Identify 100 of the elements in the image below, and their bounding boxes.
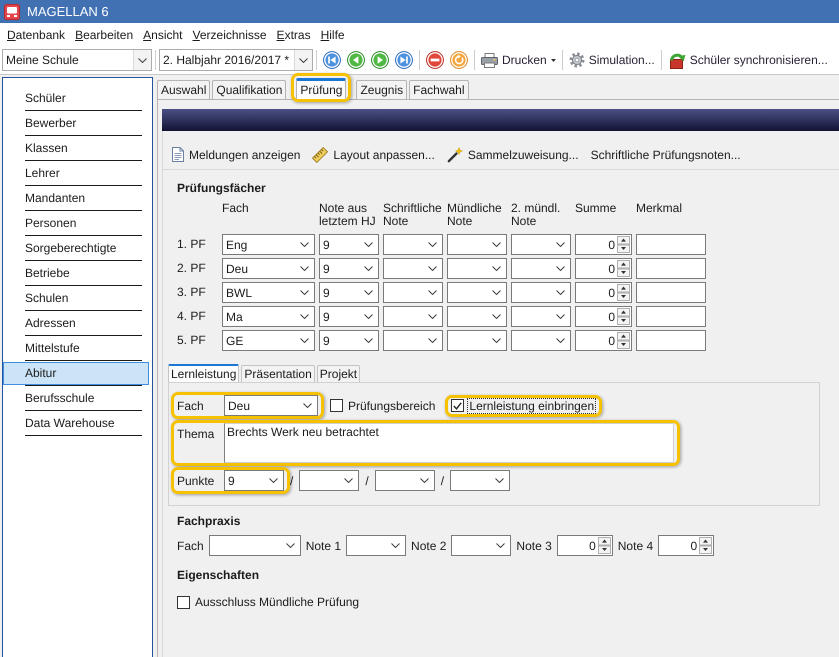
term-dropdown[interactable]: 2. Halbjahr 2016/2017 * xyxy=(159,49,313,71)
subject-dropdown[interactable]: Deu xyxy=(224,395,318,416)
grade-dropdown[interactable] xyxy=(451,535,512,556)
sidebar-item[interactable]: Abitur xyxy=(3,362,149,385)
grade-dropdown[interactable] xyxy=(383,306,443,327)
text-field[interactable] xyxy=(636,234,706,255)
menu-item[interactable]: Verzeichnisse xyxy=(188,26,272,42)
tab[interactable]: Lernleistung xyxy=(168,364,240,382)
grade-dropdown[interactable] xyxy=(299,470,360,491)
spin-arrows-icon[interactable] xyxy=(699,537,712,554)
text-field[interactable] xyxy=(636,258,706,279)
spin-arrows-icon[interactable] xyxy=(617,236,630,253)
skip-back-icon[interactable] xyxy=(323,51,341,69)
subject-dropdown[interactable] xyxy=(208,535,301,556)
grade-dropdown[interactable]: 9 xyxy=(319,330,379,351)
checkbox[interactable] xyxy=(177,596,190,608)
number-spinner[interactable]: 0 xyxy=(575,330,632,351)
grade-dropdown[interactable]: 9 xyxy=(224,470,284,491)
grade-dropdown[interactable] xyxy=(511,282,571,303)
grade-dropdown[interactable] xyxy=(447,234,507,255)
subject-dropdown[interactable]: Eng xyxy=(222,234,315,255)
minus-circle-icon[interactable] xyxy=(426,51,444,69)
grade-dropdown[interactable]: 9 xyxy=(319,234,379,255)
sidebar-item[interactable]: Betriebe xyxy=(3,262,149,285)
spin-arrows-icon[interactable] xyxy=(617,332,630,349)
sidebar-item[interactable]: Mandanten xyxy=(3,187,149,210)
grade-dropdown[interactable] xyxy=(447,306,507,327)
sidebar-item[interactable]: Bewerber xyxy=(3,112,149,135)
forward-icon[interactable] xyxy=(371,51,389,69)
grade-dropdown[interactable] xyxy=(511,234,571,255)
command-button[interactable]: Schriftliche Prüfungsnoten... xyxy=(590,148,741,162)
text-area[interactable]: Brechts Werk neu betrachtet xyxy=(224,423,674,463)
command-button[interactable]: Meldungen anzeigen xyxy=(172,147,300,162)
number-spinner[interactable]: 0 xyxy=(575,282,632,303)
back-icon[interactable] xyxy=(347,51,365,69)
print-button[interactable]: Drucken xyxy=(478,49,559,71)
grade-dropdown[interactable]: 9 xyxy=(319,306,379,327)
spin-arrows-icon[interactable] xyxy=(617,260,630,277)
spin-arrows-icon[interactable] xyxy=(598,537,611,554)
grade-dropdown[interactable]: 9 xyxy=(319,258,379,279)
spin-arrows-icon[interactable] xyxy=(617,284,630,301)
tab[interactable]: Auswahl xyxy=(157,80,210,99)
tab[interactable]: Projekt xyxy=(316,365,360,382)
sidebar-item[interactable]: Mittelstufe xyxy=(3,337,149,360)
subject-dropdown[interactable]: BWL xyxy=(222,282,315,303)
menu-item[interactable]: Bearbeiten xyxy=(70,26,138,42)
number-spinner[interactable]: 0 xyxy=(575,258,632,279)
tab[interactable]: Zeugnis xyxy=(356,80,408,99)
number-spinner[interactable]: 0 xyxy=(658,535,714,556)
checkbox-label[interactable]: Ausschluss Mündliche Prüfung xyxy=(193,594,362,610)
refresh-icon[interactable] xyxy=(450,51,468,69)
grade-dropdown[interactable] xyxy=(383,258,443,279)
grade-dropdown[interactable] xyxy=(450,470,510,491)
grade-dropdown[interactable] xyxy=(374,470,435,491)
sidebar-item[interactable]: Sorgeberechtigte xyxy=(3,237,149,260)
skip-forward-icon[interactable] xyxy=(395,51,413,69)
sync-button[interactable]: Schüler synchronisieren... xyxy=(664,49,831,71)
menu-item[interactable]: Datenbank xyxy=(2,26,70,42)
simulation-button[interactable]: Simulation... xyxy=(566,49,658,71)
subject-dropdown[interactable]: GE xyxy=(222,330,315,351)
grade-dropdown[interactable] xyxy=(383,282,443,303)
sidebar-item[interactable]: Adressen xyxy=(3,312,149,335)
sidebar-item[interactable]: Schulen xyxy=(3,287,149,310)
grade-dropdown[interactable] xyxy=(447,330,507,351)
sidebar-item[interactable]: Data Warehouse xyxy=(3,412,149,435)
checkbox[interactable] xyxy=(451,399,464,412)
grade-dropdown[interactable] xyxy=(447,282,507,303)
sidebar-item[interactable]: Berufsschule xyxy=(3,387,149,410)
tab[interactable]: Präsentation xyxy=(241,365,315,382)
menu-item[interactable]: Hilfe xyxy=(316,26,350,42)
checkbox-label[interactable]: Lernleistung einbringen xyxy=(467,398,596,414)
grade-dropdown[interactable] xyxy=(447,258,507,279)
spin-arrows-icon[interactable] xyxy=(617,308,630,325)
sidebar-item[interactable]: Schüler xyxy=(3,87,149,110)
number-spinner[interactable]: 0 xyxy=(556,535,613,556)
sidebar-item[interactable]: Lehrer xyxy=(3,162,149,185)
tab[interactable]: Fachwahl xyxy=(409,80,468,99)
checkbox-label[interactable]: Prüfungsbereich xyxy=(346,398,438,414)
subject-dropdown[interactable]: Ma xyxy=(222,306,315,327)
text-field[interactable] xyxy=(636,330,706,351)
menu-item[interactable]: Ansicht xyxy=(138,26,188,42)
checkbox[interactable] xyxy=(330,399,343,412)
school-dropdown[interactable]: Meine Schule xyxy=(2,49,152,71)
grade-dropdown[interactable] xyxy=(511,330,571,351)
subject-dropdown[interactable]: Deu xyxy=(222,258,315,279)
number-spinner[interactable]: 0 xyxy=(575,306,632,327)
command-button[interactable]: Layout anpassen... xyxy=(312,146,435,162)
grade-dropdown[interactable] xyxy=(511,258,571,279)
text-field[interactable] xyxy=(636,306,706,327)
tab[interactable]: Prüfung xyxy=(296,78,346,99)
grade-dropdown[interactable] xyxy=(346,535,406,556)
command-button[interactable]: Sammelzuweisung... xyxy=(446,146,579,162)
grade-dropdown[interactable] xyxy=(383,234,443,255)
sidebar-item[interactable]: Personen xyxy=(3,212,149,235)
sidebar-item[interactable]: Klassen xyxy=(3,137,149,160)
menu-item[interactable]: Extras xyxy=(272,26,316,42)
grade-dropdown[interactable]: 9 xyxy=(319,282,379,303)
grade-dropdown[interactable] xyxy=(383,330,443,351)
text-field[interactable] xyxy=(636,282,706,303)
tab[interactable]: Qualifikation xyxy=(212,80,286,99)
